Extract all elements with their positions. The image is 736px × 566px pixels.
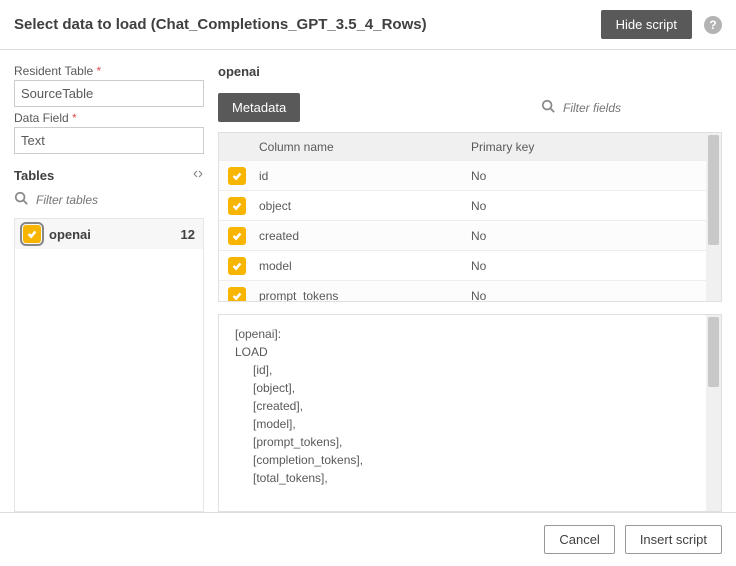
column-checkbox[interactable] [228, 227, 246, 245]
collapse-icon[interactable] [192, 168, 204, 183]
script-line: [model], [235, 415, 705, 433]
script-preview: [openai]:LOAD[id],[object],[created],[mo… [218, 314, 722, 512]
filter-tables-input[interactable] [34, 192, 204, 208]
column-checkbox[interactable] [228, 257, 246, 275]
resident-table-input[interactable] [14, 80, 204, 107]
scrollbar-thumb[interactable] [708, 317, 719, 387]
tables-list: openai 12 [14, 218, 204, 512]
column-name: created [255, 229, 471, 243]
column-row[interactable]: idNo [219, 161, 721, 191]
data-field-label: Data Field * [14, 111, 204, 125]
column-row[interactable]: createdNo [219, 221, 721, 251]
filter-fields-input[interactable] [561, 100, 722, 116]
script-line: [completion_tokens], [235, 451, 705, 469]
data-field-input[interactable] [14, 127, 204, 154]
filter-fields-row [541, 99, 722, 116]
column-checkbox[interactable] [228, 287, 246, 302]
script-line: [prompt_tokens], [235, 433, 705, 451]
metadata-button[interactable]: Metadata [218, 93, 300, 122]
columns-scrollbar[interactable] [706, 133, 721, 301]
search-icon [14, 191, 28, 208]
script-line: [total_tokens], [235, 469, 705, 487]
dialog-footer: Cancel Insert script [0, 512, 736, 566]
script-line: [object], [235, 379, 705, 397]
data-field-label-text: Data Field [14, 111, 69, 125]
column-checkbox[interactable] [228, 167, 246, 185]
resident-table-label-text: Resident Table [14, 64, 93, 78]
filter-tables-row [14, 191, 204, 208]
column-primary-key: No [471, 199, 721, 213]
right-toolbar: Metadata [218, 93, 722, 122]
hide-script-button[interactable]: Hide script [601, 10, 692, 39]
column-primary-key: No [471, 289, 721, 302]
column-primary-key: No [471, 259, 721, 273]
script-line: [id], [235, 361, 705, 379]
script-line: LOAD [235, 343, 705, 361]
script-line: [openai]: [235, 325, 705, 343]
scrollbar-thumb[interactable] [708, 135, 719, 245]
column-row[interactable]: modelNo [219, 251, 721, 281]
column-row[interactable]: objectNo [219, 191, 721, 221]
table-name: openai [49, 227, 91, 242]
dialog-body: Resident Table * Data Field * Tables [0, 50, 736, 512]
right-pane: openai Metadata Column name Primary key … [218, 60, 722, 512]
required-asterisk: * [97, 64, 102, 78]
primary-key-header: Primary key [471, 140, 721, 154]
table-column-count: 12 [181, 227, 195, 242]
column-primary-key: No [471, 229, 721, 243]
column-name: prompt_tokens [255, 289, 471, 302]
script-line: [created], [235, 397, 705, 415]
table-item-openai[interactable]: openai 12 [15, 219, 203, 249]
dialog-header: Select data to load (Chat_Completions_GP… [0, 0, 736, 50]
resident-table-label: Resident Table * [14, 64, 204, 78]
selected-table-title: openai [218, 64, 722, 79]
column-name: object [255, 199, 471, 213]
script-scrollbar[interactable] [706, 315, 721, 511]
script-lines: [openai]:LOAD[id],[object],[created],[mo… [235, 325, 705, 487]
cancel-button[interactable]: Cancel [544, 525, 614, 554]
required-asterisk: * [72, 111, 77, 125]
column-name: id [255, 169, 471, 183]
insert-script-button[interactable]: Insert script [625, 525, 722, 554]
columns-body: idNoobjectNocreatedNomodelNoprompt_token… [219, 161, 721, 301]
column-name: model [255, 259, 471, 273]
column-name-header: Column name [255, 140, 471, 154]
help-icon[interactable]: ? [704, 16, 722, 34]
column-primary-key: No [471, 169, 721, 183]
dialog-title: Select data to load (Chat_Completions_GP… [14, 16, 601, 33]
tables-header: Tables [14, 168, 204, 183]
columns-table: Column name Primary key idNoobjectNocrea… [218, 132, 722, 302]
columns-header-row: Column name Primary key [219, 133, 721, 161]
left-pane: Resident Table * Data Field * Tables [14, 60, 204, 512]
column-checkbox[interactable] [228, 197, 246, 215]
tables-header-text: Tables [14, 168, 54, 183]
column-row[interactable]: prompt_tokensNo [219, 281, 721, 301]
table-checkbox[interactable] [23, 225, 41, 243]
search-icon [541, 99, 555, 116]
